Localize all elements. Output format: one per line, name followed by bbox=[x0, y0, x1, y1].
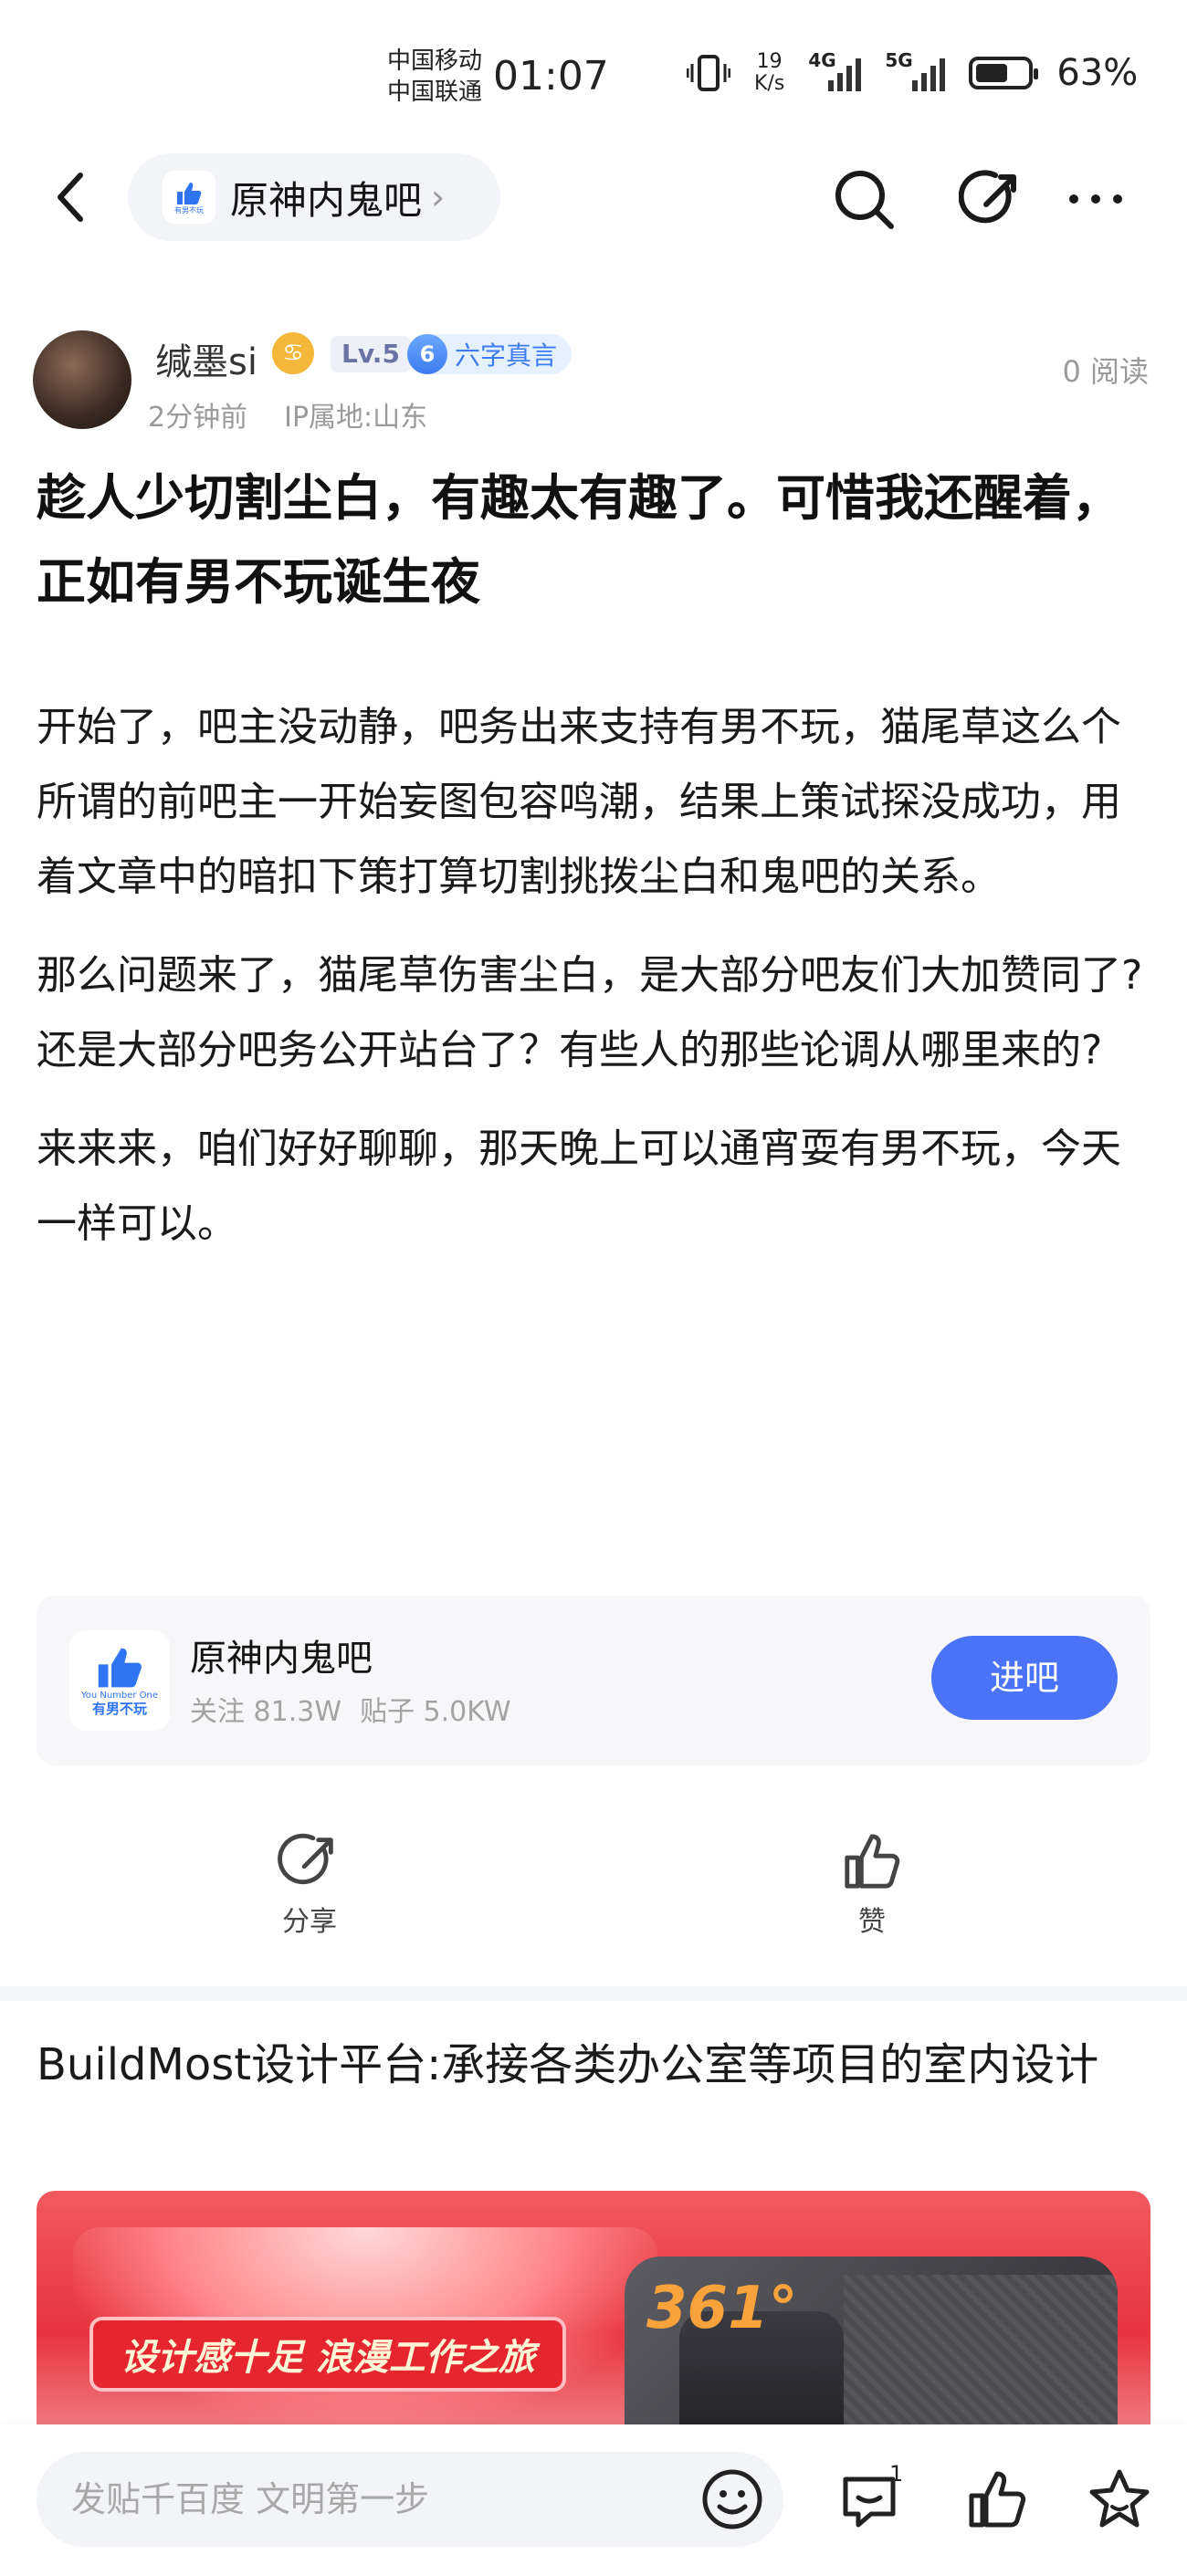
battery-percent: 63% bbox=[1056, 52, 1139, 94]
post-paragraph: 那么问题来了，猫尾草伤害尘白，是大部分吧友们大加赞同了?还是大部分吧务公开站台了… bbox=[37, 952, 1143, 1073]
read-count: 0 阅读 bbox=[1062, 354, 1149, 389]
chevron-right-icon: › bbox=[431, 177, 446, 217]
comment-count: 1 bbox=[889, 2461, 904, 2487]
share-icon bbox=[278, 1833, 333, 1885]
like-action[interactable]: 赞 bbox=[840, 1829, 904, 1939]
forum-posts: 贴子 5.0KW bbox=[360, 1696, 511, 1728]
ad-banner: 设计感十足 浪漫工作之旅 bbox=[89, 2317, 566, 2392]
signal-icon-sim1: 4G bbox=[808, 49, 862, 91]
forum-card-name: 原神内鬼吧 bbox=[190, 1638, 373, 1680]
forum-card-logo: You Number One 有男不玩 bbox=[69, 1630, 170, 1731]
sim2-label: 5G bbox=[885, 49, 913, 71]
forum-card-stats: 关注 81.3W 贴子 5.0KW bbox=[190, 1689, 511, 1729]
post-title: 趁人少切割尘白，有趣太有趣了。可惜我还醒着，正如有男不玩诞生夜 bbox=[37, 469, 1121, 611]
sim1-label: 4G bbox=[808, 49, 836, 71]
battery-icon bbox=[969, 57, 1039, 89]
battery-fill bbox=[976, 64, 1008, 82]
forum-logo: 有男不玩 bbox=[163, 171, 215, 224]
post-body: 开始了，吧主没动静，吧务出来支持有男不玩，猫尾草这么个所谓的前吧主一开始妄图包容… bbox=[37, 690, 1152, 1285]
thumbs-up-icon bbox=[845, 1834, 900, 1889]
status-icons: 19 K/s 4G 5G 63% bbox=[687, 49, 1139, 95]
signal-icon-sim2: 5G bbox=[885, 49, 946, 91]
ip-location: IP属地:山东 bbox=[284, 402, 428, 434]
forum-card[interactable]: You Number One 有男不玩 原神内鬼吧 关注 81.3W 贴子 5.… bbox=[37, 1596, 1150, 1765]
honor-title: 六字真言 bbox=[455, 340, 558, 371]
share-label: 分享 bbox=[282, 1906, 337, 1938]
post-paragraph: 开始了，吧主没动静，吧务出来支持有男不玩，猫尾草这么个所谓的前吧主一开始妄图包容… bbox=[37, 704, 1121, 900]
avatar[interactable] bbox=[33, 330, 131, 429]
share-action[interactable]: 分享 bbox=[278, 1829, 341, 1939]
carrier-2: 中国联通 bbox=[387, 79, 483, 106]
bottom-bar: 发贴千百度 文明第一步 1 bbox=[0, 2424, 1187, 2576]
author-name[interactable]: 缄墨si bbox=[155, 332, 257, 385]
net-speed-value: 19 bbox=[756, 50, 783, 73]
honor-level: 6 bbox=[407, 334, 447, 374]
thumbs-up-icon bbox=[98, 1648, 142, 1688]
forum-pill[interactable]: 有男不玩 原神内鬼吧 › bbox=[128, 153, 500, 241]
clock: 01:07 bbox=[493, 53, 609, 99]
forum-name: 原神内鬼吧 bbox=[230, 177, 423, 223]
section-divider bbox=[0, 1986, 1187, 2001]
forum-followers: 关注 81.3W bbox=[190, 1696, 341, 1728]
time-ago: 2分钟前 bbox=[148, 402, 248, 434]
back-icon[interactable] bbox=[44, 168, 99, 226]
level-badge: Lv.5 bbox=[331, 336, 411, 372]
forum-logo-text: 有男不玩 bbox=[174, 205, 204, 215]
like-label: 赞 bbox=[858, 1906, 886, 1938]
status-bar: 中国移动 中国联通 01:07 19 K/s 4G 5G 63% bbox=[0, 0, 1187, 155]
net-speed: 19 K/s bbox=[754, 51, 784, 95]
post-paragraph: 来来来，咱们好好聊聊，那天晚上可以通宵耍有男不玩，今天一样可以。 bbox=[37, 1126, 1121, 1247]
post-meta: 2分钟前 IP属地:山东 bbox=[148, 394, 427, 435]
enter-forum-button[interactable]: 进吧 bbox=[931, 1636, 1118, 1720]
zodiac-icon: ♋ bbox=[272, 332, 314, 374]
top-nav: 有男不玩 原神内鬼吧 › bbox=[0, 153, 1187, 245]
emoji-icon[interactable] bbox=[699, 2466, 765, 2532]
vibrate-icon bbox=[687, 55, 730, 91]
net-speed-unit: K/s bbox=[754, 72, 785, 95]
reply-input[interactable]: 发贴千百度 文明第一步 bbox=[37, 2452, 783, 2547]
ad-brand-logo: 361° bbox=[646, 2275, 798, 2342]
thumbs-up-icon[interactable] bbox=[964, 2466, 1030, 2532]
honor-badge: 6 六字真言 bbox=[407, 334, 572, 374]
carrier-labels: 中国移动 中国联通 bbox=[387, 46, 482, 108]
carrier-1: 中国移动 bbox=[387, 47, 483, 75]
share-icon[interactable] bbox=[959, 166, 1024, 232]
more-icon[interactable] bbox=[1063, 166, 1129, 232]
thumbs-up-icon bbox=[177, 182, 202, 204]
forum-card-logo-line2: 有男不玩 bbox=[91, 1701, 147, 1717]
ad-image[interactable]: 设计感十足 浪漫工作之旅 361° bbox=[37, 2191, 1150, 2428]
search-icon[interactable] bbox=[831, 166, 897, 232]
ad-title[interactable]: BuildMost设计平台:承接各类办公室等项目的室内设计 bbox=[37, 2028, 1150, 2101]
star-icon[interactable] bbox=[1087, 2466, 1152, 2532]
